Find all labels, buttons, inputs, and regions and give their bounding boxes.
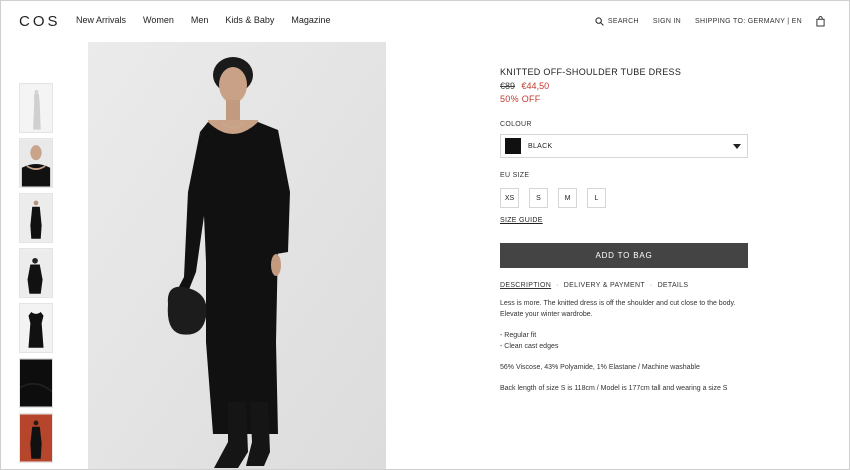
thumbnail-6[interactable] [19, 358, 53, 408]
thumbnail-3[interactable] [19, 193, 53, 243]
thumbnail-image [20, 249, 52, 297]
tab-description[interactable]: DESCRIPTION [500, 282, 551, 289]
nav-kids-baby[interactable]: Kids & Baby [225, 15, 274, 25]
nav-women[interactable]: Women [143, 15, 174, 25]
thumbnail-image [20, 84, 52, 132]
colour-value: BLACK [528, 142, 553, 150]
colour-select[interactable]: BLACK [500, 134, 748, 158]
thumbnail-5[interactable] [19, 303, 53, 353]
search-link[interactable]: SEARCH [595, 17, 639, 26]
tab-separator: · [556, 282, 559, 289]
product-description: Less is more. The knitted dress is off t… [500, 298, 748, 394]
description-text: Less is more. The knitted dress is off t… [500, 300, 736, 318]
search-icon [595, 17, 604, 26]
size-s-button[interactable]: S [529, 188, 548, 208]
original-price: €89 [500, 81, 516, 91]
composition-text: 56% Viscose, 43% Polyamide, 1% Elastane … [500, 364, 700, 371]
tab-separator: · [649, 282, 653, 289]
size-options: XS S M L [500, 188, 748, 208]
tab-details[interactable]: DETAILS [658, 282, 689, 289]
size-xs-button[interactable]: XS [500, 188, 519, 208]
size-label: EU SIZE [500, 172, 530, 179]
sale-price: €44,50 [521, 81, 550, 91]
product-panel: KNITTED OFF-SHOULDER TUBE DRESS €89 €44,… [500, 65, 748, 404]
thumbnail-2[interactable] [19, 138, 53, 188]
nav-men[interactable]: Men [191, 15, 209, 25]
utility-nav: SEARCH SIGN IN SHIPPING TO: GERMANY | EN [595, 16, 825, 27]
feature-clean-edges: - Clean cast edges [500, 343, 559, 350]
sign-in-link[interactable]: SIGN IN [653, 18, 681, 25]
colour-label: COLOUR [500, 121, 532, 128]
thumbnail-7[interactable] [19, 413, 53, 463]
shopping-bag-icon[interactable] [816, 16, 825, 27]
thumbnail-image [20, 304, 52, 352]
model-photo [88, 42, 386, 469]
page-frame: COS New Arrivals Women Men Kids & Baby M… [0, 0, 850, 470]
discount-label: 50% OFF [500, 94, 541, 104]
colour-swatch [505, 138, 521, 154]
chevron-down-icon [733, 144, 741, 149]
thumbnail-image [20, 139, 52, 187]
cos-logo[interactable]: COS [19, 13, 61, 30]
feature-regular-fit: - Regular fit [500, 332, 537, 339]
sizing-note: Back length of size S is 118cm / Model i… [500, 385, 728, 392]
size-m-button[interactable]: M [558, 188, 577, 208]
size-l-button[interactable]: L [587, 188, 606, 208]
tab-delivery-payment[interactable]: DELIVERY & PAYMENT [564, 282, 645, 289]
info-tabs: DESCRIPTION · DELIVERY & PAYMENT · DETAI… [500, 282, 748, 289]
size-guide-link[interactable]: SIZE GUIDE [500, 217, 543, 224]
product-title: KNITTED OFF-SHOULDER TUBE DRESS [500, 67, 682, 77]
thumbnail-image [20, 414, 52, 462]
nav-magazine[interactable]: Magazine [291, 15, 330, 25]
thumbnail-image [20, 359, 52, 407]
search-label: SEARCH [607, 18, 639, 25]
thumbnail-image [20, 194, 52, 242]
add-to-bag-button[interactable]: ADD TO BAG [500, 243, 748, 268]
price-block: €89 €44,50 [500, 81, 748, 91]
main-nav: New Arrivals Women Men Kids & Baby Magaz… [76, 15, 330, 25]
thumbnail-1[interactable] [19, 83, 53, 133]
nav-new-arrivals[interactable]: New Arrivals [76, 15, 126, 25]
thumbnail-4[interactable] [19, 248, 53, 298]
product-main-image[interactable] [88, 42, 386, 469]
shipping-selector[interactable]: SHIPPING TO: GERMANY | EN [695, 18, 802, 25]
thumbnail-strip [19, 83, 53, 468]
